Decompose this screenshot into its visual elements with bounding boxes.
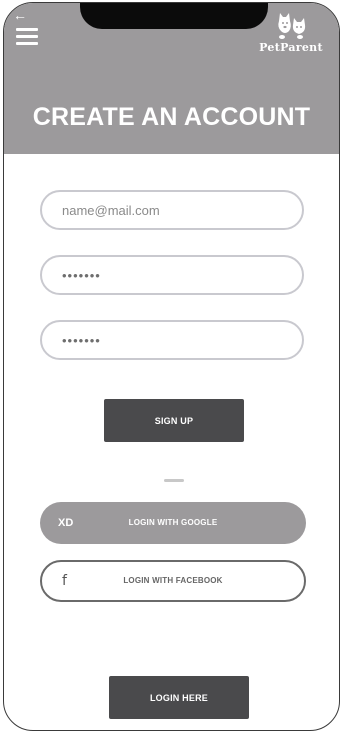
facebook-button-label: LOGIN WITH FACEBOOK: [123, 576, 223, 585]
menu-icon-bar: [16, 42, 38, 45]
device-notch: [80, 3, 268, 29]
logo-text: PetParent: [259, 41, 323, 54]
phone-frame: ← PetParent CREATE AN ACCOUNT name@mail.…: [3, 2, 340, 731]
page-title: CREATE AN ACCOUNT: [32, 103, 311, 131]
password-field[interactable]: [40, 255, 304, 295]
confirm-password-field[interactable]: [40, 320, 304, 360]
login-with-facebook-button[interactable]: f LOGIN WITH FACEBOOK: [40, 560, 306, 602]
login-here-button[interactable]: LOGIN HERE: [109, 676, 249, 719]
menu-icon-bar: [16, 35, 38, 38]
google-button-label: LOGIN WITH GOOGLE: [128, 518, 218, 527]
app-logo: PetParent: [251, 13, 331, 57]
sign-up-button[interactable]: SIGN UP: [104, 399, 244, 442]
menu-icon-bar: [16, 28, 38, 31]
email-field[interactable]: [40, 190, 304, 230]
pet-logo-icon: [278, 13, 306, 39]
login-with-google-button[interactable]: XD LOGIN WITH GOOGLE: [40, 502, 306, 544]
menu-icon[interactable]: [16, 28, 38, 46]
divider: [164, 479, 184, 482]
header: ← PetParent CREATE AN ACCOUNT: [4, 3, 339, 154]
back-arrow-icon[interactable]: ←: [13, 8, 27, 22]
